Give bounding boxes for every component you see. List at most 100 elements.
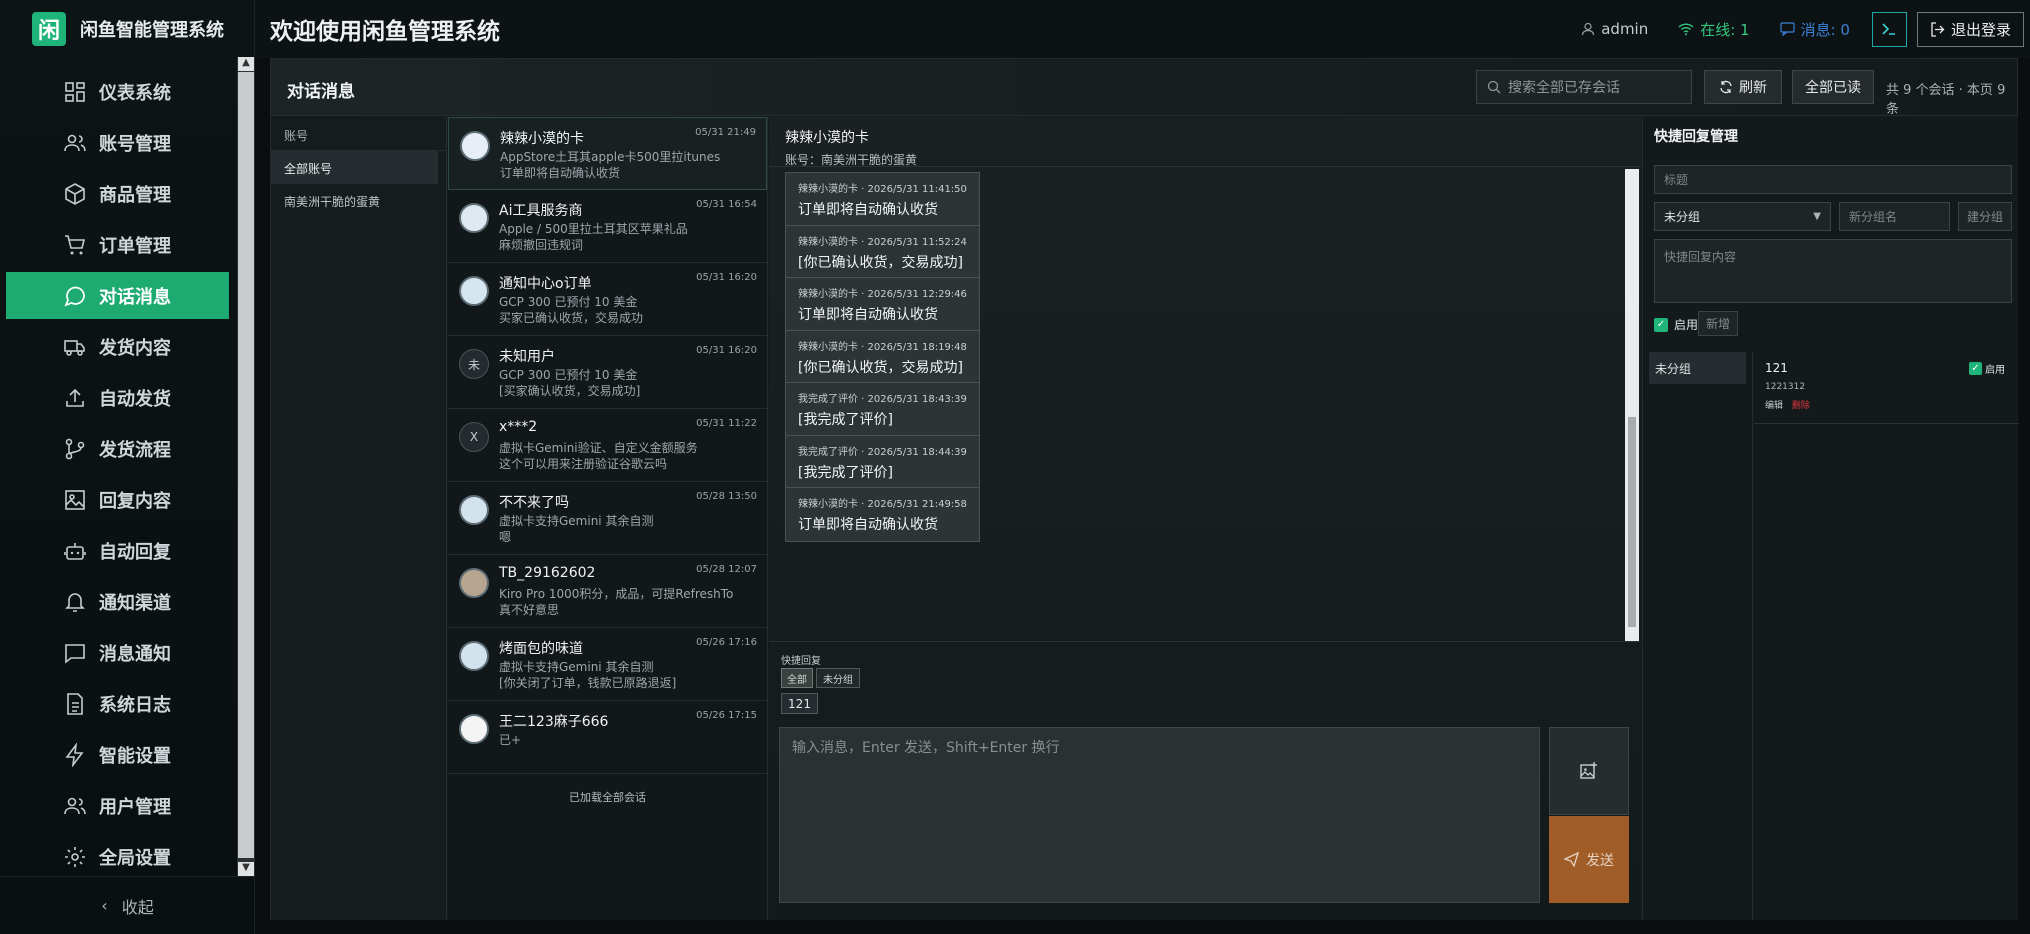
message-text: 订单即将自动确认收货 (798, 307, 938, 323)
chat-message: 辣辣小漠的卡 · 2026/5/31 11:41:50 订单即将自动确认收货 (785, 172, 980, 227)
chip-all[interactable]: 全部 (781, 668, 813, 688)
sidebar-item-11[interactable]: 消息通知 (6, 629, 229, 676)
conversation-item[interactable]: 辣辣小漠的卡 05/31 21:49 AppStore土耳其apple卡500里拉i… (448, 117, 767, 190)
message-meta: 我完成了评价 · 2026/5/31 18:44:39 (798, 446, 967, 458)
conversation-item[interactable]: 不不来了吗 05/28 13:50 虚拟卡支持Gemini 其余自测嗯 (448, 482, 767, 555)
conversation-item[interactable]: 未未知用户 05/31 16:20 GCP 300 已预付 10 美金 [买家确认收货… (448, 336, 767, 409)
send-button[interactable]: 发送 (1549, 816, 1629, 903)
wifi-icon (1678, 23, 1694, 36)
message-meta: 辣辣小漠的卡 · 2026/5/31 21:49:58 (798, 499, 967, 510)
sidebar-item-1[interactable]: 账号管理 (6, 119, 229, 166)
message-text: 订单即将自动确认收货 (798, 202, 938, 218)
sidebar-item-9[interactable]: 自动回复 (6, 527, 229, 574)
terminal-button[interactable] (1871, 11, 1907, 47)
chip-ungrouped[interactable]: 未分组 (816, 668, 860, 688)
page-title: 欢迎使用闲鱼管理系统 (270, 19, 500, 45)
mark-all-read-button[interactable]: 全部已读 (1792, 70, 1874, 104)
message-text: [你已确认收货，交易成功] (798, 254, 963, 271)
check-icon: ✓ (1654, 317, 1668, 332)
account-item[interactable]: 南美洲干脆的蛋黄 (271, 184, 446, 217)
conversation-last-message: [买家确认收货，交易成功] (499, 384, 641, 398)
account-list: 账号 全部账号 南美洲干脆的蛋黄 (271, 117, 447, 920)
loaded-all-label: 已加载全部会话 (569, 791, 646, 804)
conversation-time: 05/31 16:20 (696, 345, 757, 356)
message-meta: 辣辣小漠的卡 · 2026/5/31 11:52:24 (798, 236, 967, 248)
sidebar-item-4[interactable]: 对话消息 (6, 272, 229, 319)
avatar: X (459, 422, 489, 452)
sidebar-item-0[interactable]: 仪表系统 (6, 68, 229, 115)
sidebar-item-15[interactable]: 全局设置 (6, 833, 229, 880)
conversation-time: 05/26 17:15 (696, 710, 757, 721)
account-item-all[interactable]: 全部账号 (271, 151, 438, 184)
quick-content-input[interactable]: 快捷回复内容 (1654, 239, 2012, 303)
sidebar-item-12[interactable]: 系统日志 (6, 680, 229, 727)
sidebar-item-3[interactable]: 订单管理 (6, 221, 229, 268)
scroll-up-arrow-icon[interactable]: ▲ (238, 57, 254, 71)
sidebar-item-7[interactable]: 发货流程 (6, 425, 229, 472)
conversation-last-message: 麻烦撤回违规词 (499, 238, 584, 252)
collapse-button[interactable]: ‹ 收起 (0, 876, 255, 934)
avatar (459, 568, 489, 598)
new-group-input[interactable]: 新分组名 (1839, 202, 1950, 231)
refresh-button[interactable]: 刷新 (1704, 70, 1782, 104)
message-input[interactable]: 输入消息，Enter 发送，Shift+Enter 换行 (779, 727, 1540, 903)
conversation-item[interactable]: Xx***2 05/31 11:22 虚拟卡Gemini验证、自定义金额服务 这个可以… (448, 409, 767, 482)
group-select[interactable]: 未分组 ▼ (1654, 202, 1831, 231)
sidebar-item-8[interactable]: 回复内容 (6, 476, 229, 523)
conversation-counter: 共 9 个会话 · 本页 9 条 (1886, 83, 2006, 117)
sidebar-item-6[interactable]: 自动发货 (6, 374, 229, 421)
message-list: 辣辣小漠的卡 · 2026/5/31 11:41:50 订单即将自动确认收货 辣辣小… (769, 167, 1639, 639)
user-group-icon (64, 797, 86, 814)
chat-message: 辣辣小漠的卡 · 2026/5/31 18:19:48 [你已确认收货，交易成功] (785, 329, 980, 385)
chat-message: 辣辣小漠的卡 · 2026/5/31 21:49:58 订单即将自动确认收货 (785, 487, 980, 542)
edit-link[interactable]: 编辑 (1765, 401, 1783, 411)
chevron-left-icon: ‹ (101, 896, 108, 915)
topbar: 欢迎使用闲鱼管理系统 admin 在线: 1 消息: 0 退出登录 (255, 0, 2030, 58)
sidebar-item-10[interactable]: 通知渠道 (6, 578, 229, 625)
conversation-time: 05/28 12:07 (696, 564, 757, 575)
composer: 快捷回复 全部 未分组 121 输入消息，Enter 发送，Shift+Ente… (769, 641, 1641, 903)
quick-reply-item[interactable]: 121 (781, 693, 818, 714)
delete-link[interactable]: 删除 (1792, 401, 1810, 411)
chat-scrollbar-thumb[interactable] (1628, 417, 1636, 627)
file-icon (67, 692, 83, 715)
sidebar-item-label: 自动发货 (99, 388, 171, 410)
conversation-item[interactable]: Ai工具服务商 05/31 16:54 Apple / 500里拉土耳其区苹果礼品麻… (448, 190, 767, 263)
sidebar-scrollbar-thumb[interactable] (238, 72, 254, 858)
sidebar-item-label: 通知渠道 (99, 592, 171, 614)
quick-group-item[interactable]: 未分组 (1649, 352, 1746, 384)
message-meta: 辣辣小漠的卡 · 2026/5/31 11:41:50 (798, 184, 967, 195)
logout-button[interactable]: 退出登录 (1916, 11, 2024, 47)
conversation-last-message: 真不好意思 (499, 603, 560, 617)
conversation-item[interactable]: 通知中心o订单 05/31 16:20 GCP 300 已预付 10 美金 买家已确认… (448, 263, 767, 336)
conversation-list: 辣辣小漠的卡 05/31 21:49 AppStore土耳其apple卡500里拉i… (448, 117, 768, 920)
sidebar-item-2[interactable]: 商品管理 (6, 170, 229, 217)
conversation-name: Ai工具服务商 (499, 203, 583, 219)
image-upload-button[interactable] (1549, 727, 1629, 815)
conversation-item-title: GCP 300 已预付 10 美金 (499, 295, 638, 309)
conversation-item[interactable]: TB_29162602 05/28 12:07 Kiro Pro 1000积分，成品… (448, 555, 767, 628)
message-meta: 我完成了评价 · 2026/5/31 18:43:39 (798, 394, 967, 405)
sidebar-item-label: 智能设置 (99, 745, 171, 767)
add-quick-reply-button[interactable]: 新增 (1698, 311, 1738, 336)
sidebar-item-13[interactable]: 智能设置 (6, 731, 229, 778)
sidebar: 闲 闲鱼智能管理系统 仪表系统 账号管理 商品管理 订单管理 对话消息 发货内容 自动发货发… (0, 0, 255, 934)
conversation-name: 辣辣小漠的卡 (500, 131, 584, 147)
flow-icon (65, 438, 85, 459)
create-group-button[interactable]: 建分组 (1958, 202, 2012, 231)
conversation-last-message: 嗯 (499, 530, 512, 544)
sidebar-item-5[interactable]: 发货内容 (6, 323, 229, 370)
send-icon (1564, 852, 1579, 867)
quick-title-input[interactable]: 标题 (1654, 165, 2012, 194)
conversation-name: 王二123麻子666 (499, 714, 609, 730)
message-text: 订单即将自动确认收货 (798, 517, 938, 533)
scroll-down-arrow-icon[interactable]: ▼ (238, 862, 254, 876)
message-count[interactable]: 消息: 0 (1780, 19, 1850, 40)
conversation-item[interactable]: 烤面包的味道 05/26 17:16 虚拟卡支持Gemini 其余自测 [你关闭了订单… (448, 628, 767, 701)
enable-checkbox[interactable]: ✓ 启用 (1654, 316, 1698, 333)
conversation-item[interactable]: 王二123麻子666 05/26 17:15 已+ (448, 701, 767, 774)
entry-enabled-toggle[interactable]: ✓ 启用 (1969, 361, 2005, 376)
sidebar-item-14[interactable]: 用户管理 (6, 782, 229, 829)
search-icon (1487, 80, 1501, 94)
search-input[interactable]: 搜索全部已存会话 (1476, 70, 1692, 104)
